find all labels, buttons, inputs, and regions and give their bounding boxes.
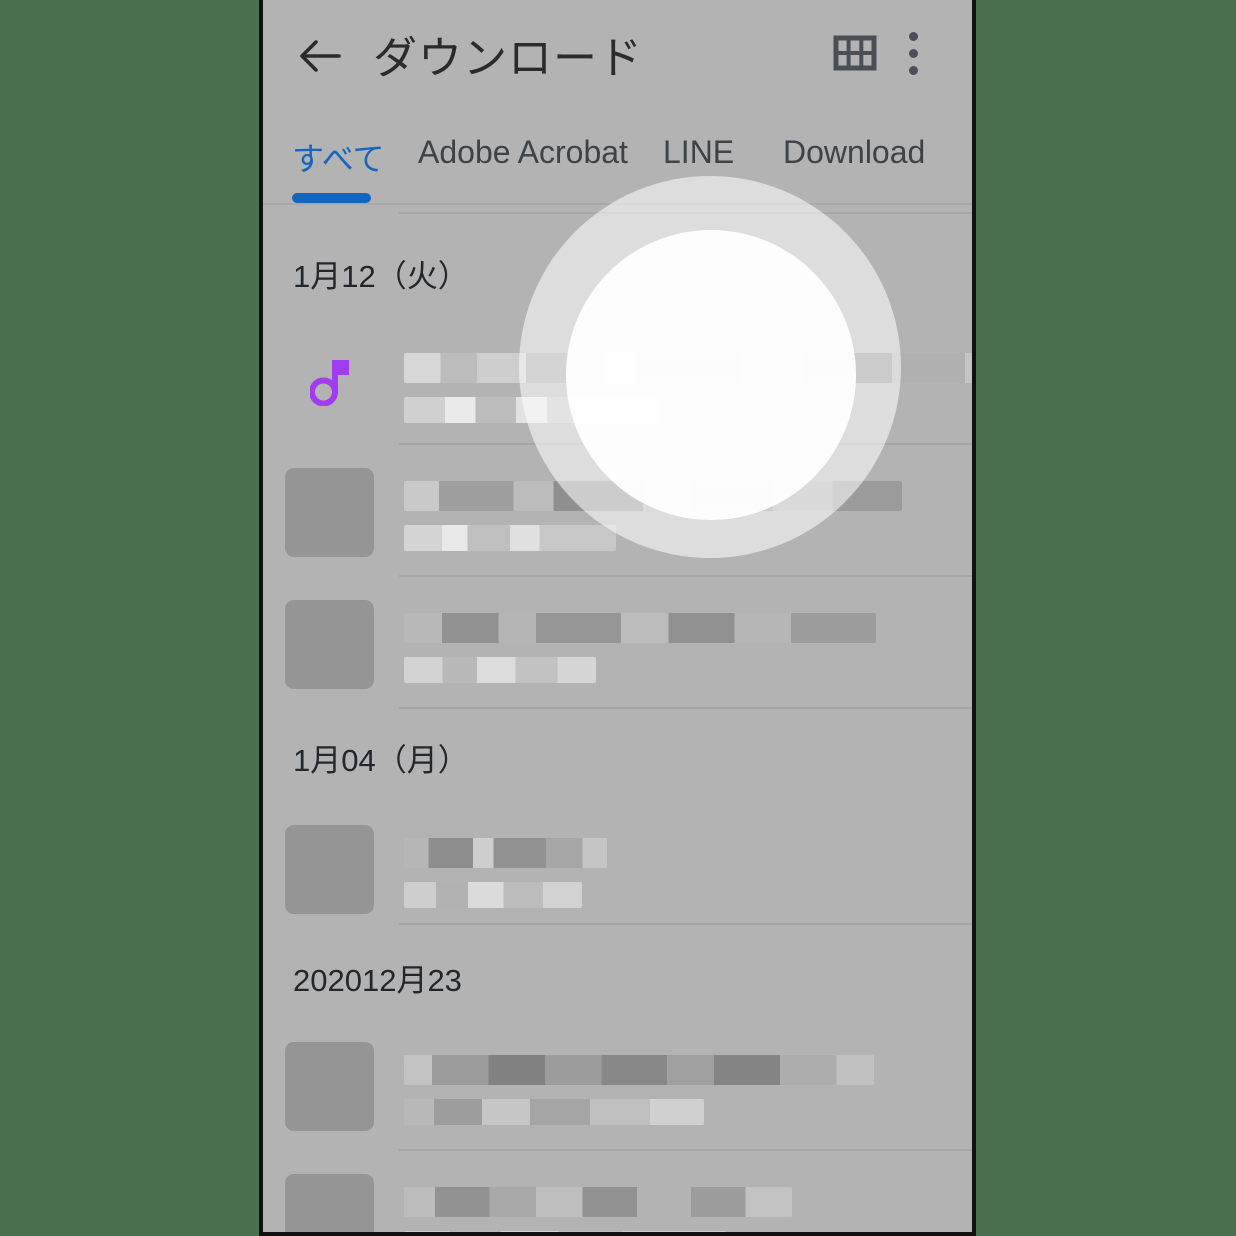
list-divider xyxy=(399,707,972,709)
redacted-subtitle xyxy=(404,882,582,908)
file-thumbnail xyxy=(285,1174,374,1232)
list-item[interactable] xyxy=(263,451,972,575)
overflow-menu-button[interactable] xyxy=(908,26,959,82)
date-header-0112: 1月12（火） xyxy=(293,259,469,294)
list-divider xyxy=(399,1149,972,1151)
music-note-icon xyxy=(310,360,349,406)
tab-subete[interactable]: すべて xyxy=(292,134,384,180)
redacted-subtitle xyxy=(404,657,596,683)
list-divider xyxy=(399,212,972,214)
redacted-subtitle xyxy=(404,397,659,423)
redacted-title xyxy=(404,1187,792,1217)
phone-screen-frame: ダウンロード すべて Adobe Acrobat LINE Download 1… xyxy=(259,0,976,1236)
grid-view-icon xyxy=(833,35,877,71)
list-divider xyxy=(399,575,972,577)
file-thumbnail xyxy=(285,468,374,557)
redacted-subtitle xyxy=(404,525,616,551)
file-thumbnail xyxy=(285,1042,374,1131)
redacted-title xyxy=(404,353,972,383)
redacted-subtitle xyxy=(404,1099,704,1125)
grid-view-button[interactable] xyxy=(831,29,879,77)
tab-line[interactable]: LINE xyxy=(663,134,734,171)
file-thumbnail xyxy=(285,600,374,689)
redacted-title xyxy=(404,613,876,643)
list-divider xyxy=(399,923,972,925)
file-thumbnail xyxy=(285,825,374,914)
app-screen: ダウンロード すべて Adobe Acrobat LINE Download 1… xyxy=(263,0,972,1232)
list-item[interactable] xyxy=(263,808,972,932)
tab-download[interactable]: Download xyxy=(783,134,925,171)
arrow-left-icon xyxy=(300,40,341,72)
list-item[interactable] xyxy=(263,325,972,443)
downloads-list[interactable]: 1月12（火） 1月04（月） 202012月23 xyxy=(263,203,972,1232)
list-item[interactable] xyxy=(263,1025,972,1149)
date-header-20201223: 202012月23 xyxy=(293,963,462,998)
redacted-title xyxy=(404,481,902,511)
back-button[interactable] xyxy=(294,30,346,82)
tab-adobe-acrobat[interactable]: Adobe Acrobat xyxy=(418,134,628,171)
app-bar: ダウンロード xyxy=(263,0,972,110)
list-item[interactable] xyxy=(263,583,972,707)
redacted-subtitle xyxy=(404,1231,726,1232)
date-header-0104: 1月04（月） xyxy=(293,743,469,778)
redacted-title xyxy=(404,1055,874,1085)
page-title: ダウンロード xyxy=(373,34,643,83)
list-divider xyxy=(399,443,972,445)
redacted-title xyxy=(404,838,607,868)
active-tab-indicator xyxy=(292,193,371,203)
list-item[interactable] xyxy=(263,1157,972,1232)
tab-bar: すべて Adobe Acrobat LINE Download xyxy=(263,110,972,205)
